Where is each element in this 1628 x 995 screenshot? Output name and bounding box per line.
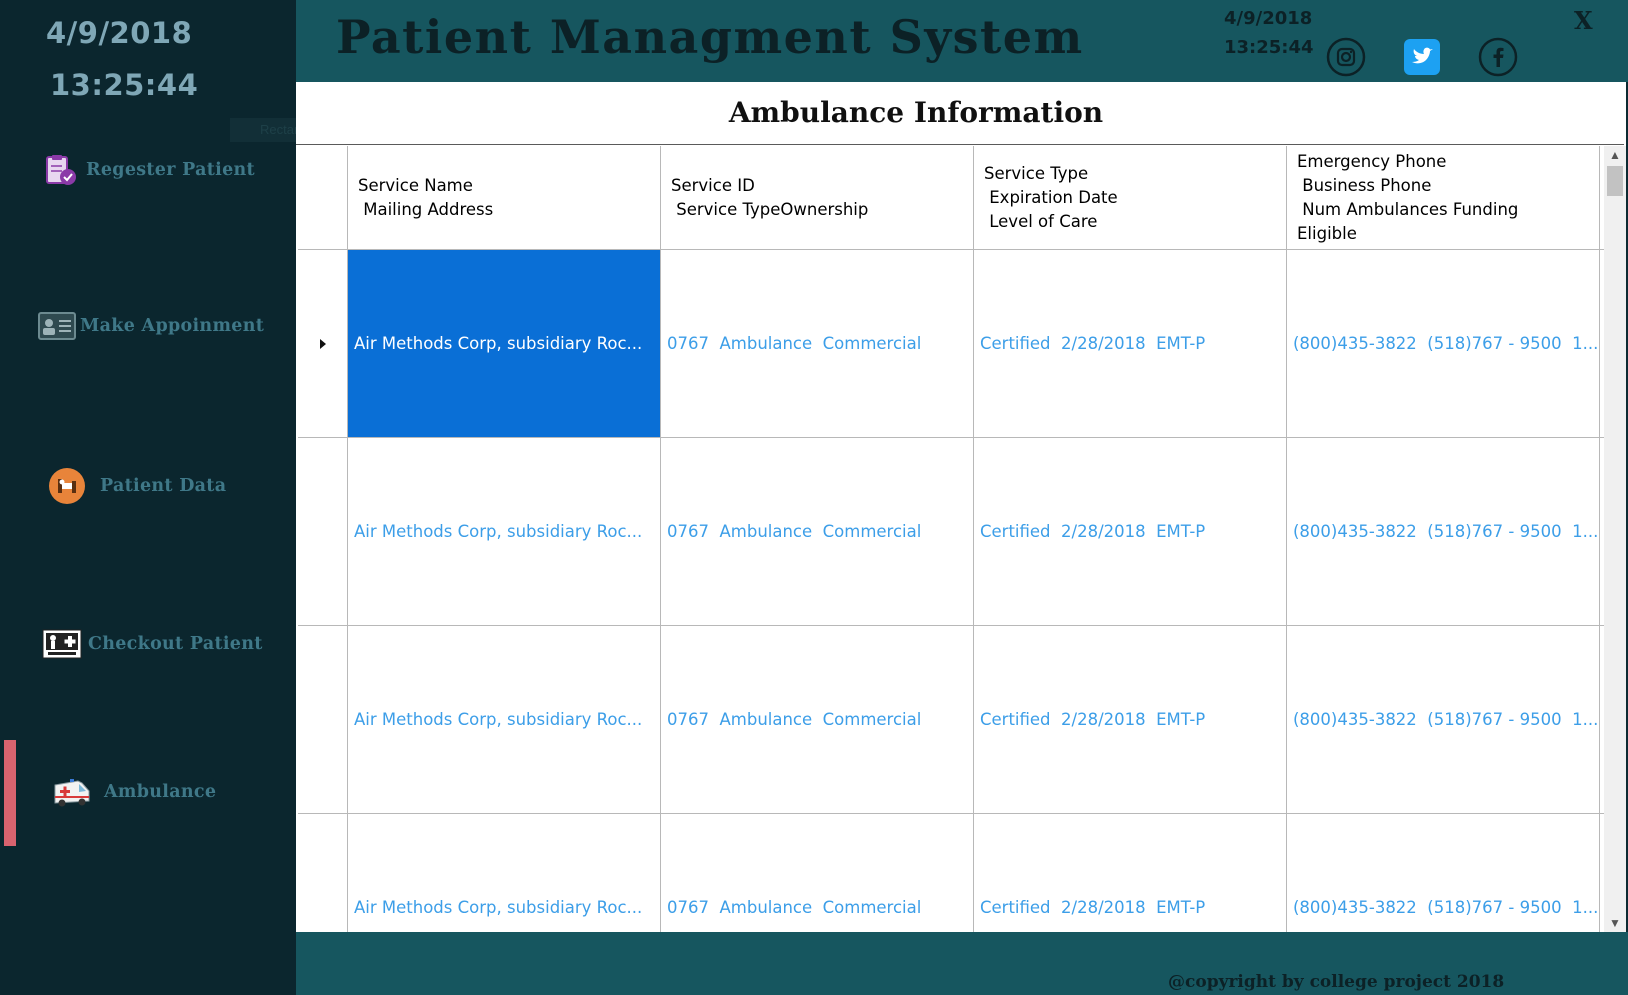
header-time: 13:25:44 [1224,37,1314,58]
sidebar-item-regester-patient[interactable]: Regester Patient [0,140,296,200]
column-header-emergency-phone[interactable]: Emergency Phone Business Phone Num Ambul… [1287,146,1600,249]
row-selector[interactable] [298,814,348,932]
table-cell[interactable]: (800)435-3822 (518)767 - 9500 1... [1287,814,1600,932]
twitter-icon[interactable] [1402,37,1442,77]
table-cell[interactable]: Air Methods Corp, subsidiary Roc... [348,250,661,437]
table-row[interactable]: Air Methods Corp, subsidiary Roc... 0767… [298,438,1604,626]
app-title: Patient Managment System [336,10,1084,64]
table-cell[interactable]: (800)435-3822 (518)767 - 9500 1... [1287,626,1600,813]
table-cell[interactable]: Certified 2/28/2018 EMT-P [974,250,1287,437]
row-selector[interactable] [298,438,348,625]
sidebar-item-label: Make Appoinment [80,316,265,336]
row-selector[interactable] [298,250,348,437]
ambulance-icon [52,775,92,809]
id-card-icon [38,311,76,341]
sidebar-date: 4/9/2018 [46,16,193,50]
scroll-down-icon[interactable]: ▼ [1604,914,1626,932]
copyright-text: @copyright by college project 2018 [1168,972,1505,992]
table-row[interactable]: Air Methods Corp, subsidiary Roc... 0767… [298,250,1604,438]
table-cell[interactable]: 0767 Ambulance Commercial [661,814,974,932]
row-header-corner [298,146,348,249]
header: Patient Managment System 4/9/2018 13:25:… [296,0,1628,82]
sidebar-item-label: Checkout Patient [88,634,263,654]
close-button[interactable]: X [1574,6,1593,35]
scroll-up-icon[interactable]: ▲ [1604,146,1626,164]
table-cell[interactable]: Certified 2/28/2018 EMT-P [974,438,1287,625]
table-row[interactable]: Air Methods Corp, subsidiary Roc... 0767… [298,814,1604,932]
table-cell[interactable]: Air Methods Corp, subsidiary Roc... [348,626,661,813]
table-cell[interactable]: (800)435-3822 (518)767 - 9500 1... [1287,250,1600,437]
sidebar: 4/9/2018 13:25:44 Rectangular Snip Reges… [0,0,430,995]
table-cell[interactable]: 0767 Ambulance Commercial [661,438,974,625]
table-cell[interactable]: 0767 Ambulance Commercial [661,626,974,813]
current-row-arrow-icon [319,338,326,349]
sidebar-item-patient-data[interactable]: Patient Data [0,456,296,516]
sidebar-item-label: Regester Patient [86,160,255,180]
facebook-icon[interactable] [1478,37,1518,77]
instagram-icon[interactable] [1326,37,1366,77]
table-cell[interactable]: 0767 Ambulance Commercial [661,250,974,437]
header-date: 4/9/2018 [1224,8,1313,29]
table-cell[interactable]: Air Methods Corp, subsidiary Roc... [348,814,661,932]
column-header-service-type[interactable]: Service Type Expiration Date Level of Ca… [974,146,1287,249]
table-cell[interactable]: Certified 2/28/2018 EMT-P [974,814,1287,932]
sidebar-time: 13:25:44 [50,68,199,102]
grid-header-row: Service Name Mailing Address Service ID … [298,146,1604,250]
scroll-thumb[interactable] [1607,166,1623,196]
sidebar-item-label: Ambulance [104,782,217,802]
sidebar-item-make-appoinment[interactable]: Make Appoinment [0,296,296,356]
table-cell[interactable]: Air Methods Corp, subsidiary Roc... [348,438,661,625]
column-header-service-name[interactable]: Service Name Mailing Address [348,146,661,249]
hospital-bed-icon [48,467,86,505]
health-care-icon [42,629,82,659]
row-selector[interactable] [298,626,348,813]
table-cell[interactable]: Certified 2/28/2018 EMT-P [974,626,1287,813]
sidebar-item-ambulance[interactable]: Ambulance [0,762,296,822]
data-grid[interactable]: Service Name Mailing Address Service ID … [298,146,1604,932]
sidebar-item-label: Patient Data [100,476,227,496]
vertical-scrollbar[interactable]: ▲ ▼ [1604,146,1626,932]
clipboard-check-icon [44,153,78,187]
main-content: Ambulance Information Service Name Maili… [296,82,1626,932]
column-header-service-id[interactable]: Service ID Service TypeOwnership [661,146,974,249]
divider [296,144,1624,145]
footer: @copyright by college project 2018 [296,932,1628,995]
table-cell[interactable]: (800)435-3822 (518)767 - 9500 1... [1287,438,1600,625]
section-title: Ambulance Information [728,96,1104,129]
sidebar-item-checkout-patient[interactable]: Checkout Patient [0,614,296,674]
table-row[interactable]: Air Methods Corp, subsidiary Roc... 0767… [298,626,1604,814]
